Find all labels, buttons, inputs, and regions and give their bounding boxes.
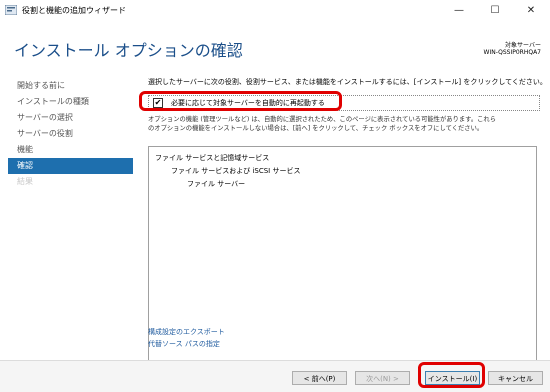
feature-item: ファイル サーバー — [187, 180, 246, 188]
feature-item: ファイル サービスおよび iSCSI サービス — [171, 167, 301, 175]
intro-text: 選択したサーバーに次の役割、役割サービス、または機能をインストールするには、[イ… — [148, 78, 547, 86]
nav-item-confirmation[interactable]: 確認 — [8, 158, 133, 174]
nav-item-features[interactable]: 機能 — [8, 142, 133, 158]
export-settings-link[interactable]: 構成設定のエクスポート — [148, 327, 225, 337]
page-title: インストール オプションの確認 — [14, 41, 243, 60]
target-server-label: 対象サーバー — [505, 42, 541, 49]
previous-button[interactable]: < 前へ(P) — [292, 371, 347, 385]
nav-item-server-roles[interactable]: サーバーの役割 — [8, 126, 133, 142]
maximize-icon: ☐ — [490, 4, 500, 16]
nav-item-server-selection[interactable]: サーバーの選択 — [8, 110, 133, 126]
install-button-highlight — [418, 362, 485, 388]
close-icon: ✕ — [526, 4, 536, 16]
minimize-icon: — — [454, 4, 464, 16]
cancel-button[interactable]: キャンセル — [488, 371, 543, 385]
nav-item-installation-type[interactable]: インストールの種類 — [8, 94, 133, 110]
window-title: 役割と機能の追加ウィザード — [22, 6, 126, 15]
close-button[interactable]: ✕ — [513, 0, 549, 20]
nav-item-before-you-begin[interactable]: 開始する前に — [8, 78, 133, 94]
maximize-button[interactable]: ☐ — [477, 0, 513, 20]
selected-features-list: ファイル サービスと記憶域サービス ファイル サービスおよび iSCSI サービ… — [148, 146, 537, 388]
alternate-source-link[interactable]: 代替ソース パスの指定 — [148, 339, 220, 349]
next-button: 次へ(N) > — [355, 371, 410, 385]
wizard-header: インストール オプションの確認 対象サーバー WIN-QSSIP0RHQA7 — [0, 22, 550, 72]
optional-features-note-line1: オプションの機能 (管理ツールなど) は、自動的に選択されたため、このページに表… — [148, 116, 497, 123]
nav-item-results: 結果 — [17, 177, 33, 186]
target-server-name: WIN-QSSIP0RHQA7 — [483, 49, 541, 56]
minimize-button[interactable]: — — [441, 0, 477, 20]
feature-item: ファイル サービスと記憶域サービス — [155, 154, 270, 162]
wizard-nav: 開始する前に インストールの種類 サーバーの選択 サーバーの役割 機能 確認 結… — [8, 78, 133, 190]
server-manager-icon — [5, 5, 17, 15]
title-bar: 役割と機能の追加ウィザード — ☐ ✕ — [0, 0, 550, 23]
restart-option-highlight — [139, 91, 342, 111]
optional-features-note-line2: のオプションの機能をインストールしない場合は、[前へ] をクリックして、チェック… — [148, 125, 484, 132]
